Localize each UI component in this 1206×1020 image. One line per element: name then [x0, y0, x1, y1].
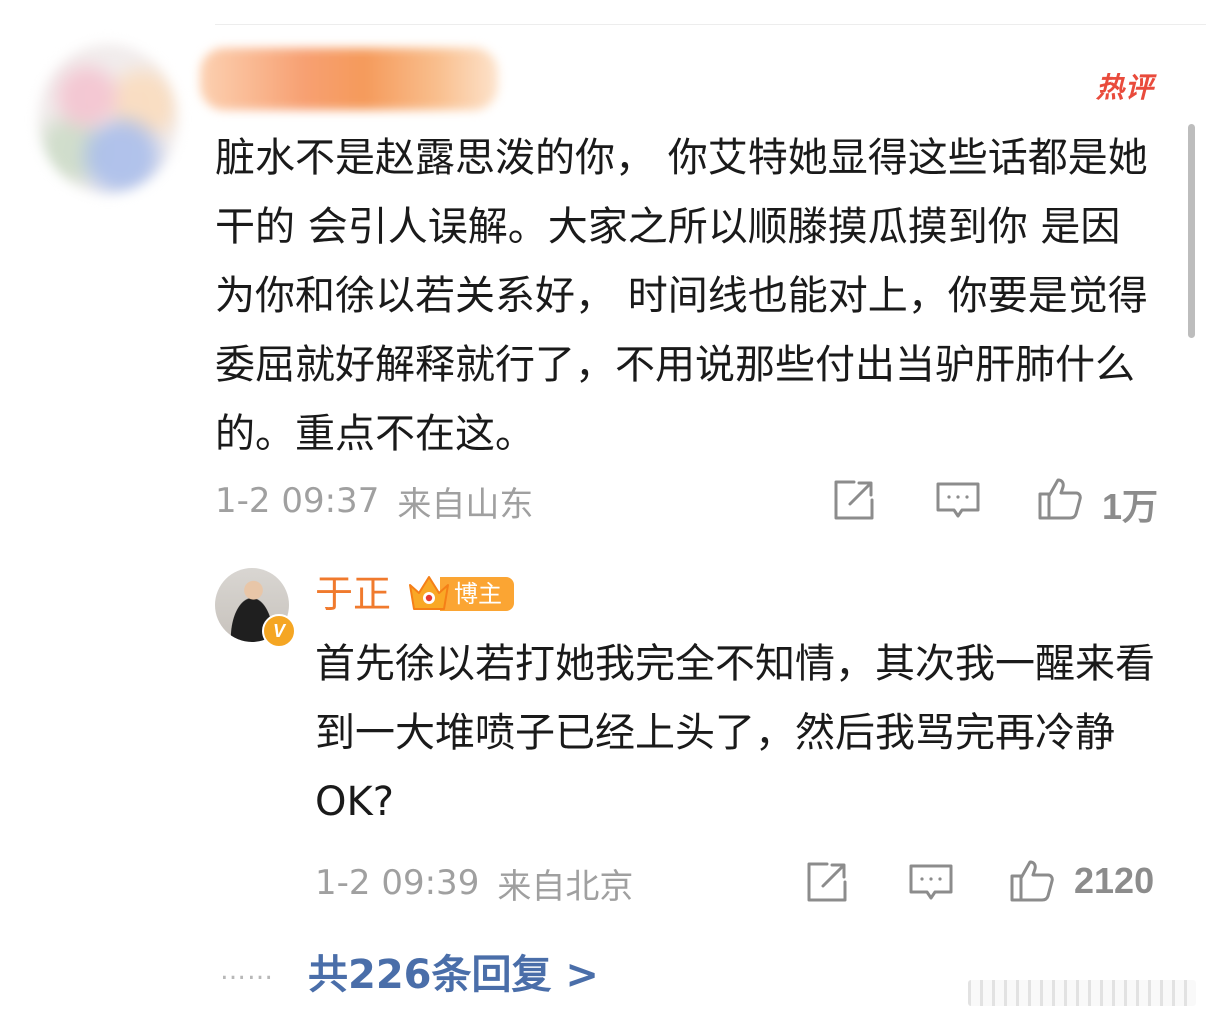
comment-location: 来自山东	[397, 484, 534, 525]
view-all-replies-link[interactable]: 共226条回复 >	[308, 942, 599, 1000]
reply-location: 来自北京	[497, 866, 634, 907]
crown-icon	[406, 571, 452, 615]
commenter-avatar-blurred[interactable]	[38, 44, 178, 194]
scrollbar[interactable]	[1188, 124, 1195, 338]
reply-text: 首先徐以若打她我完全不知情，其次我一醒来看到一大堆喷子已经上头了，然后我骂完再冷…	[315, 641, 1155, 825]
more-dots: ……	[220, 956, 274, 986]
reply-date: 1-2 09:39	[315, 863, 480, 903]
comment-text: 脏水不是赵露思泼的你， 你艾特她显得这些话都是她干的 会引人误解。大家之所以顺滕…	[215, 135, 1148, 457]
reply-comment-bubble-icon[interactable]	[907, 858, 955, 906]
commenter-username-blurred[interactable]	[200, 48, 498, 110]
top-divider	[215, 24, 1206, 25]
comment-date: 1-2 09:37	[215, 481, 380, 521]
reply-repost-icon[interactable]	[803, 858, 851, 906]
comment-bubble-icon[interactable]	[934, 476, 982, 524]
verified-badge-icon: V	[262, 614, 296, 648]
watermark-blurred	[968, 980, 1196, 1006]
reply-thumbs-up-icon[interactable]	[1008, 856, 1056, 904]
thumbs-up-icon[interactable]	[1036, 474, 1084, 522]
more-replies-row[interactable]: …… 共226条回复 >	[220, 944, 599, 998]
comment-like-count: 1万	[1102, 486, 1159, 527]
reply-author-name[interactable]: 于正	[315, 566, 391, 622]
reply-meta: 1-2 09:39 来自北京	[315, 858, 633, 908]
hot-comment-badge: 热评	[1095, 72, 1154, 103]
comment-meta: 1-2 09:37 来自山东	[215, 476, 533, 526]
reply-like-count: 2120	[1074, 860, 1155, 901]
repost-icon[interactable]	[830, 476, 878, 524]
weibo-comment-thread: 热评 脏水不是赵露思泼的你， 你艾特她显得这些话都是她干的 会引人误解。大家之所…	[0, 0, 1206, 1020]
